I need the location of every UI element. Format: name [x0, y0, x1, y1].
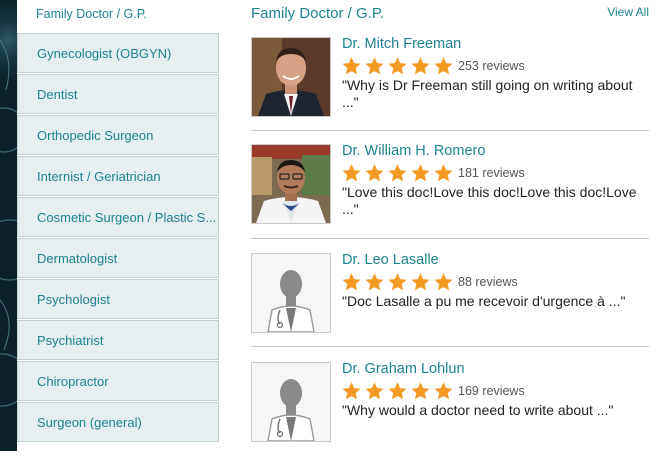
star-icon	[365, 382, 384, 400]
doctor-list-panel: Family Doctor / G.P. View All Dr. Mitch …	[219, 0, 663, 451]
section-title: Family Doctor / G.P.	[251, 5, 385, 22]
star-icon	[388, 273, 407, 291]
sidebar-item-dentist[interactable]: Dentist	[17, 74, 219, 114]
divider	[251, 130, 649, 131]
review-count-link[interactable]: 181 reviews	[458, 166, 525, 180]
sidebar-item-surgeon-general[interactable]: Surgeon (general)	[17, 402, 219, 442]
doctor-card: Dr. William H. Romero 181 reviews "Love …	[251, 140, 649, 246]
star-icon	[388, 164, 407, 182]
star-icon	[388, 57, 407, 75]
doctor-card: Dr. Mitch Freeman 253 reviews "Why is Dr…	[251, 33, 649, 139]
doctor-name-link[interactable]: Dr. Graham Lohlun	[342, 361, 465, 377]
review-excerpt: "Why is Dr Freeman still going on writin…	[342, 77, 633, 110]
star-rating	[341, 271, 456, 293]
star-icon	[365, 273, 384, 291]
sidebar-item-dermatologist[interactable]: Dermatologist	[17, 238, 219, 278]
sidebar-item-psychologist[interactable]: Psychologist	[17, 279, 219, 319]
doctor-card: Dr. Graham Lohlun 169 reviews "Why would…	[251, 358, 649, 464]
star-icon	[411, 57, 430, 75]
view-all-link[interactable]: View All	[607, 5, 649, 19]
star-icon	[434, 57, 453, 75]
star-icon	[411, 273, 430, 291]
star-icon	[342, 57, 361, 75]
review-count-link[interactable]: 253 reviews	[458, 59, 525, 73]
doctor-photo[interactable]	[251, 37, 331, 117]
review-count-link[interactable]: 169 reviews	[458, 384, 525, 398]
star-icon	[434, 164, 453, 182]
star-icon	[342, 164, 361, 182]
sidebar-item-psychiatrist[interactable]: Psychiatrist	[17, 320, 219, 360]
star-icon	[411, 382, 430, 400]
sidebar-item-orthopedic-surgeon[interactable]: Orthopedic Surgeon	[17, 115, 219, 155]
star-rating	[341, 380, 456, 402]
star-icon	[411, 164, 430, 182]
sidebar-item-gynecologist[interactable]: Gynecologist (OBGYN)	[17, 33, 219, 73]
sidebar-item-family-doctor[interactable]: Family Doctor / G.P.	[17, 0, 219, 32]
star-icon	[434, 273, 453, 291]
star-icon	[365, 57, 384, 75]
review-excerpt: "Doc Lasalle a pu me recevoir d'urgence …	[342, 293, 626, 309]
specialty-sidebar: Family Doctor / G.P. Gynecologist (OBGYN…	[17, 0, 219, 451]
review-count-link[interactable]: 88 reviews	[458, 275, 518, 289]
doctor-placeholder-avatar[interactable]	[251, 362, 331, 442]
review-excerpt: "Love this doc!Love this doc!Love this d…	[342, 184, 637, 217]
doctor-name-link[interactable]: Dr. William H. Romero	[342, 143, 485, 159]
doctor-card: Dr. Leo Lasalle 88 reviews "Doc Lasalle …	[251, 249, 649, 355]
doctor-name-link[interactable]: Dr. Mitch Freeman	[342, 36, 461, 52]
sidebar-item-cosmetic-surgeon[interactable]: Cosmetic Surgeon / Plastic S...	[17, 197, 219, 237]
star-rating	[341, 162, 456, 184]
background-strip	[0, 0, 17, 451]
divider	[251, 238, 649, 239]
star-icon	[365, 164, 384, 182]
sidebar-item-internist[interactable]: Internist / Geriatrician	[17, 156, 219, 196]
background-pattern	[0, 39, 17, 407]
doctor-name-link[interactable]: Dr. Leo Lasalle	[342, 252, 439, 268]
star-icon	[342, 273, 361, 291]
doctor-photo[interactable]	[251, 144, 331, 224]
divider	[251, 346, 649, 347]
doctor-placeholder-avatar[interactable]	[251, 253, 331, 333]
star-icon	[388, 382, 407, 400]
sidebar-item-chiropractor[interactable]: Chiropractor	[17, 361, 219, 401]
star-icon	[342, 382, 361, 400]
star-rating	[341, 55, 456, 77]
star-icon	[434, 382, 453, 400]
review-excerpt: "Why would a doctor need to write about …	[342, 402, 614, 418]
